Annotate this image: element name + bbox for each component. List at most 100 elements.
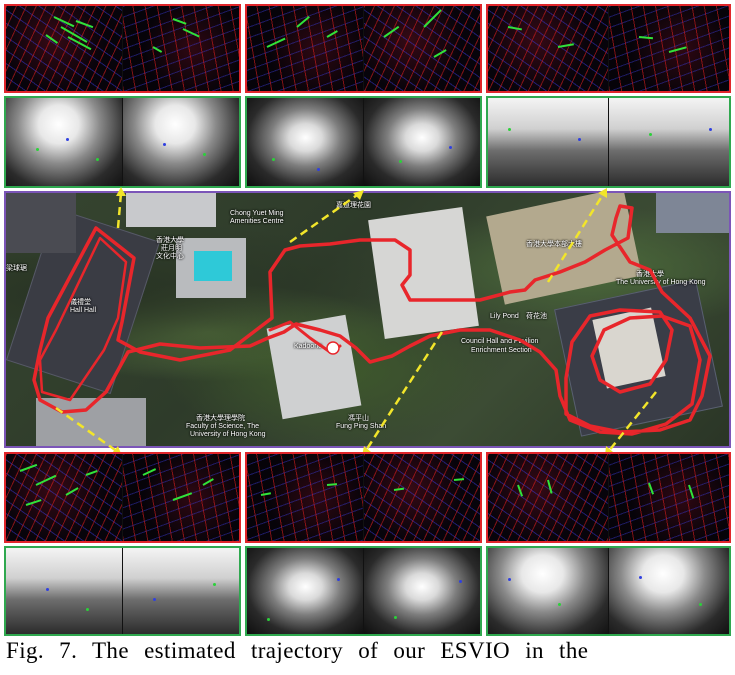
- feature-track: [557, 43, 574, 48]
- map-label: 莊月明: [161, 245, 182, 252]
- feature-track: [453, 478, 464, 481]
- building-top-left-block: [6, 193, 76, 253]
- feature-track: [19, 463, 38, 472]
- event-image-right: [362, 6, 480, 91]
- feature-point: [46, 588, 49, 591]
- feature-point: [508, 128, 511, 131]
- feature-point: [86, 608, 89, 611]
- feature-point: [578, 138, 581, 141]
- gray-image-left: [247, 548, 364, 634]
- gray-image-left: [488, 98, 609, 186]
- event-frame-bottom-center: [245, 452, 482, 543]
- feature-point: [317, 168, 320, 171]
- building-center-white: [368, 206, 479, 340]
- feature-track: [266, 37, 286, 48]
- map-label: 嘉道理花園: [336, 202, 371, 209]
- gray-frame-bottom-left: [4, 546, 241, 636]
- event-frame-top-center: [245, 4, 482, 93]
- building-bottom-left: [36, 398, 146, 446]
- feature-track: [326, 30, 338, 38]
- event-image-right: [121, 454, 239, 541]
- event-frame-bottom-left: [4, 452, 241, 543]
- map-label: Chong Yuet Ming: [230, 210, 284, 217]
- map-label: Lily Pond: [490, 313, 519, 320]
- map-label: Faculty of Science, The: [186, 423, 260, 430]
- feature-point: [458, 580, 462, 583]
- event-frame-bottom-right: [486, 452, 731, 543]
- feature-point: [638, 576, 642, 579]
- feature-point: [96, 158, 99, 161]
- feature-track: [433, 49, 447, 58]
- feature-track: [296, 15, 310, 28]
- swimming-pool: [194, 251, 232, 281]
- feature-track: [25, 499, 42, 506]
- building-kadoorie: [266, 314, 362, 420]
- feature-point: [393, 616, 397, 619]
- feature-track: [85, 469, 98, 476]
- map-label: 儀禮堂: [70, 299, 91, 306]
- event-frame-top-right: [486, 4, 731, 93]
- feature-track: [35, 474, 57, 486]
- gray-frame-top-left: [4, 96, 241, 188]
- feature-track: [326, 483, 338, 486]
- feature-track: [547, 479, 553, 494]
- feature-track: [142, 468, 156, 476]
- feature-track: [382, 25, 399, 38]
- feature-point: [398, 160, 402, 163]
- feature-point: [152, 598, 156, 601]
- map-label: Amenities Centre: [230, 218, 284, 225]
- map-label: Enrichment Section: [471, 347, 532, 354]
- feature-point: [698, 603, 702, 606]
- gray-image-right: [607, 548, 729, 634]
- map-label: 香港大學本部大樓: [526, 241, 582, 248]
- feature-track: [152, 46, 162, 53]
- feature-track: [53, 16, 75, 28]
- map-label: Fung Ping Shan: [336, 423, 387, 430]
- figure-caption: Fig. 7. The estimated trajectory of our …: [6, 638, 589, 663]
- map-label: 荷花池: [526, 313, 547, 320]
- gray-image-left: [247, 98, 364, 186]
- event-image-left: [488, 454, 609, 541]
- event-image-right: [607, 454, 729, 541]
- feature-point: [36, 148, 39, 151]
- map-label: 文化中心: [156, 253, 184, 260]
- map-label: 香港大學: [156, 237, 184, 244]
- feature-track: [668, 46, 687, 53]
- feature-track: [393, 487, 404, 491]
- gray-frame-top-center: [245, 96, 482, 188]
- event-image-left: [488, 6, 609, 91]
- gray-image-right: [362, 98, 480, 186]
- map-label: Kadoorie: [294, 343, 323, 350]
- gray-image-left: [6, 98, 123, 186]
- map-label: Council Hall and Pavilion: [461, 338, 539, 345]
- feature-track: [182, 28, 200, 38]
- map-label: The University of Hong Kong: [616, 279, 706, 286]
- feature-track: [65, 487, 79, 496]
- feature-point: [648, 133, 652, 136]
- feature-point: [337, 578, 340, 581]
- feature-point: [708, 128, 712, 131]
- event-image-right: [607, 6, 729, 91]
- event-image-left: [6, 454, 123, 541]
- feature-point: [212, 583, 216, 586]
- feature-track: [687, 484, 694, 499]
- event-frame-top-left: [4, 4, 241, 93]
- gray-image-right: [607, 98, 729, 186]
- gray-image-right: [121, 548, 239, 634]
- feature-point: [272, 158, 275, 161]
- gray-image-right: [121, 98, 239, 186]
- feature-point: [162, 143, 166, 146]
- feature-track: [517, 484, 524, 497]
- map-label: 香港大學理學院: [196, 415, 245, 422]
- gray-image-left: [488, 548, 609, 634]
- building-top-right-corner: [656, 193, 729, 233]
- gray-image-right: [362, 548, 480, 634]
- feature-point: [558, 603, 561, 606]
- map-label: 香港大學: [636, 271, 664, 278]
- satellite-map: Chong Yuet Ming Amenities Centre 香港大學 莊月…: [4, 191, 731, 448]
- feature-track: [422, 9, 442, 28]
- gray-image-left: [6, 548, 123, 634]
- feature-point: [508, 578, 511, 581]
- feature-track: [172, 492, 192, 501]
- event-image-right: [121, 6, 239, 91]
